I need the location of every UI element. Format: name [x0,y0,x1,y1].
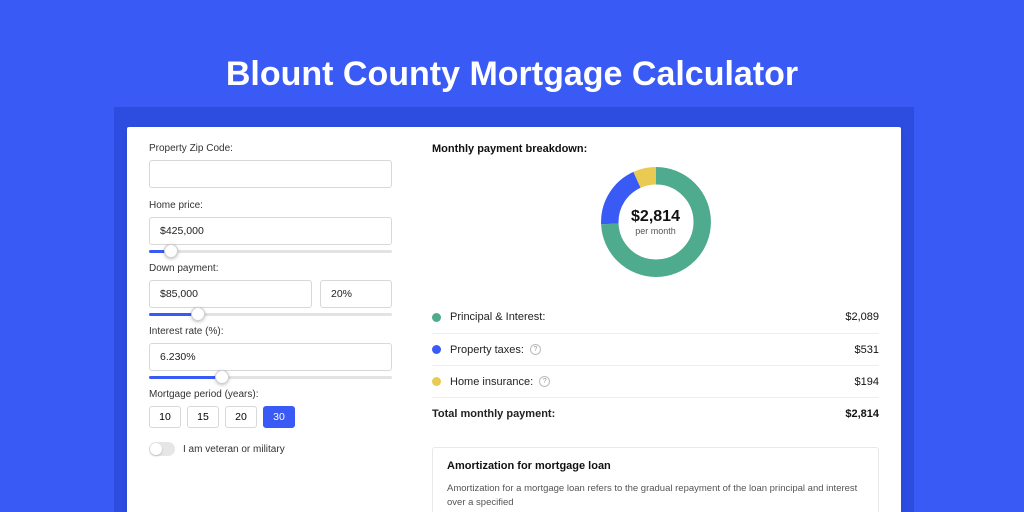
period-option-10[interactable]: 10 [149,406,181,428]
home-price-slider[interactable] [149,245,392,259]
home-price-input[interactable]: $425,000 [149,217,392,245]
down-payment-slider[interactable] [149,308,392,322]
amortization-body: Amortization for a mortgage loan refers … [447,482,864,510]
rate-label: Interest rate (%): [149,326,392,337]
breakdown-heading: Monthly payment breakdown: [432,143,879,155]
info-icon[interactable] [539,376,550,387]
down-payment-label: Down payment: [149,263,392,274]
amortization-heading: Amortization for mortgage loan [447,460,864,472]
results-column: Monthly payment breakdown: $2,814 per mo… [414,127,901,512]
calculator-panel: Property Zip Code: Home price: $425,000 … [127,127,901,512]
home-price-label: Home price: [149,200,392,211]
breakdown-item-principal: Principal & Interest: $2,089 [432,301,879,333]
swatch-taxes-icon [432,345,441,354]
down-payment-input[interactable]: $85,000 [149,280,312,308]
veteran-toggle[interactable] [149,442,175,456]
donut-sub: per month [635,226,676,236]
amortization-card: Amortization for mortgage loan Amortizat… [432,447,879,512]
swatch-insurance-icon [432,377,441,386]
rate-input[interactable]: 6.230% [149,343,392,371]
breakdown-donut: $2,814 per month [595,161,717,283]
period-option-20[interactable]: 20 [225,406,257,428]
period-option-15[interactable]: 15 [187,406,219,428]
breakdown-total: Total monthly payment: $2,814 [432,397,879,429]
down-payment-pct-input[interactable]: 20% [320,280,392,308]
breakdown-item-taxes: Property taxes: $531 [432,333,879,365]
page-title: Blount County Mortgage Calculator [0,0,1024,94]
veteran-label: I am veteran or military [183,444,285,455]
inputs-column: Property Zip Code: Home price: $425,000 … [127,127,414,512]
rate-slider[interactable] [149,371,392,385]
zip-input[interactable] [149,160,392,188]
period-label: Mortgage period (years): [149,389,392,400]
period-option-30[interactable]: 30 [263,406,295,428]
breakdown-item-insurance: Home insurance: $194 [432,365,879,397]
period-segments: 10 15 20 30 [149,406,392,428]
donut-amount: $2,814 [631,208,680,226]
swatch-principal-icon [432,313,441,322]
info-icon[interactable] [530,344,541,355]
zip-label: Property Zip Code: [149,143,392,154]
